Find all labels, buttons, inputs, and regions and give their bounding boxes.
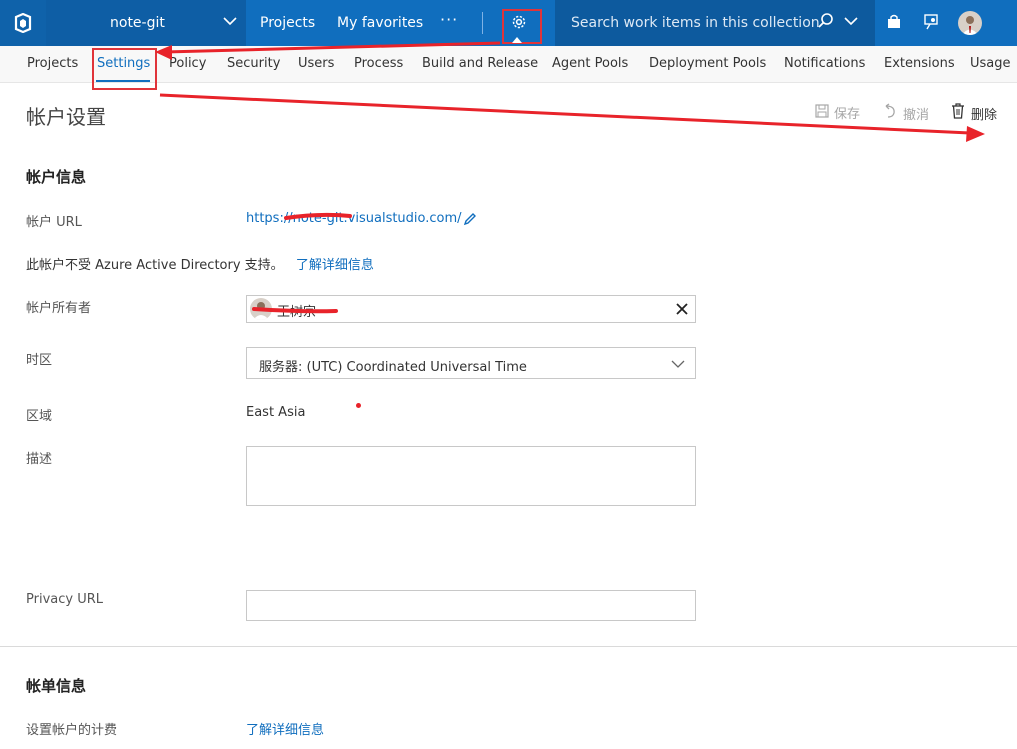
undo-icon: [882, 103, 898, 123]
aad-learn-more-link[interactable]: 了解详细信息: [296, 258, 374, 273]
undo-label: 撤消: [903, 107, 930, 123]
search-input[interactable]: Search work items in this collection: [571, 15, 820, 31]
owner-name: 王树宗: [277, 305, 317, 320]
save-icon: [815, 103, 829, 122]
account-name: note-git: [110, 15, 165, 31]
save-button[interactable]: 保存: [815, 103, 860, 122]
user-avatar[interactable]: [958, 11, 982, 35]
annotation-dot: [356, 403, 361, 408]
annotation-box: [92, 48, 157, 90]
tab-security[interactable]: Security: [227, 56, 280, 71]
edit-pencil-icon[interactable]: [463, 211, 477, 230]
region-value: East Asia: [246, 405, 306, 420]
page-title: 帐户设置: [26, 105, 106, 129]
chevron-down-icon[interactable]: [843, 13, 859, 33]
account-owner-label: 帐户所有者: [26, 301, 92, 316]
tab-agent-pools[interactable]: Agent Pools: [552, 56, 628, 71]
trash-icon: [950, 103, 966, 123]
chevron-down-icon: [222, 13, 238, 33]
top-navigation-bar: note-git Projects My favorites ··· Searc…: [0, 0, 1017, 46]
feedback-icon[interactable]: [922, 13, 940, 35]
tab-policy[interactable]: Policy: [169, 56, 206, 71]
nav-my-favorites[interactable]: My favorites: [337, 15, 423, 31]
tab-extensions[interactable]: Extensions: [884, 56, 955, 71]
description-textarea[interactable]: [246, 446, 696, 506]
privacy-url-input[interactable]: [246, 590, 696, 621]
gear-icon[interactable]: [508, 11, 530, 33]
account-url-link[interactable]: https://note-git.visualstudio.com/: [246, 211, 462, 226]
close-icon[interactable]: [675, 301, 689, 320]
section-heading-account-info: 帐户信息: [26, 168, 87, 186]
selected-caret-icon: [512, 37, 522, 43]
chevron-down-icon: [671, 356, 685, 375]
section-heading-billing: 帐单信息: [26, 677, 87, 695]
timezone-dropdown[interactable]: 服务器: (UTC) Coordinated Universal Time: [246, 347, 696, 379]
undo-button[interactable]: 撤消: [882, 103, 929, 123]
account-owner-picker[interactable]: 王树宗: [246, 295, 696, 323]
tab-users[interactable]: Users: [298, 56, 334, 71]
privacy-url-label: Privacy URL: [26, 592, 103, 607]
tab-projects[interactable]: Projects: [27, 56, 78, 71]
save-label: 保存: [834, 107, 861, 122]
tab-deployment-pools[interactable]: Deployment Pools: [649, 56, 766, 71]
search-icon[interactable]: [817, 12, 835, 34]
divider: [482, 12, 483, 34]
billing-setup-label: 设置帐户的计费: [26, 723, 118, 738]
tab-notifications[interactable]: Notifications: [784, 56, 865, 71]
region-label: 区域: [26, 409, 53, 424]
delete-label: 删除: [971, 107, 998, 123]
timezone-label: 时区: [26, 353, 53, 368]
search-box[interactable]: Search work items in this collection: [555, 0, 875, 46]
billing-learn-more-link[interactable]: 了解详细信息: [246, 719, 324, 738]
timezone-value: 服务器: (UTC) Coordinated Universal Time: [259, 360, 527, 375]
account-selector[interactable]: note-git: [46, 0, 246, 46]
tab-build-and-release[interactable]: Build and Release: [422, 56, 538, 71]
section-divider: [0, 646, 1017, 647]
account-url-label: 帐户 URL: [26, 215, 82, 230]
more-menu-button[interactable]: ···: [440, 10, 458, 29]
owner-avatar: [250, 298, 272, 320]
aad-notice-text: 此帐户不受 Azure Active Directory 支持。: [26, 258, 284, 273]
tab-process[interactable]: Process: [354, 56, 403, 71]
delete-button[interactable]: 删除: [950, 103, 997, 123]
vsts-logo-icon[interactable]: [0, 0, 46, 46]
marketplace-bag-icon[interactable]: [885, 13, 903, 35]
nav-projects[interactable]: Projects: [260, 15, 315, 31]
description-label: 描述: [26, 452, 53, 467]
tab-usage[interactable]: Usage: [970, 56, 1011, 71]
